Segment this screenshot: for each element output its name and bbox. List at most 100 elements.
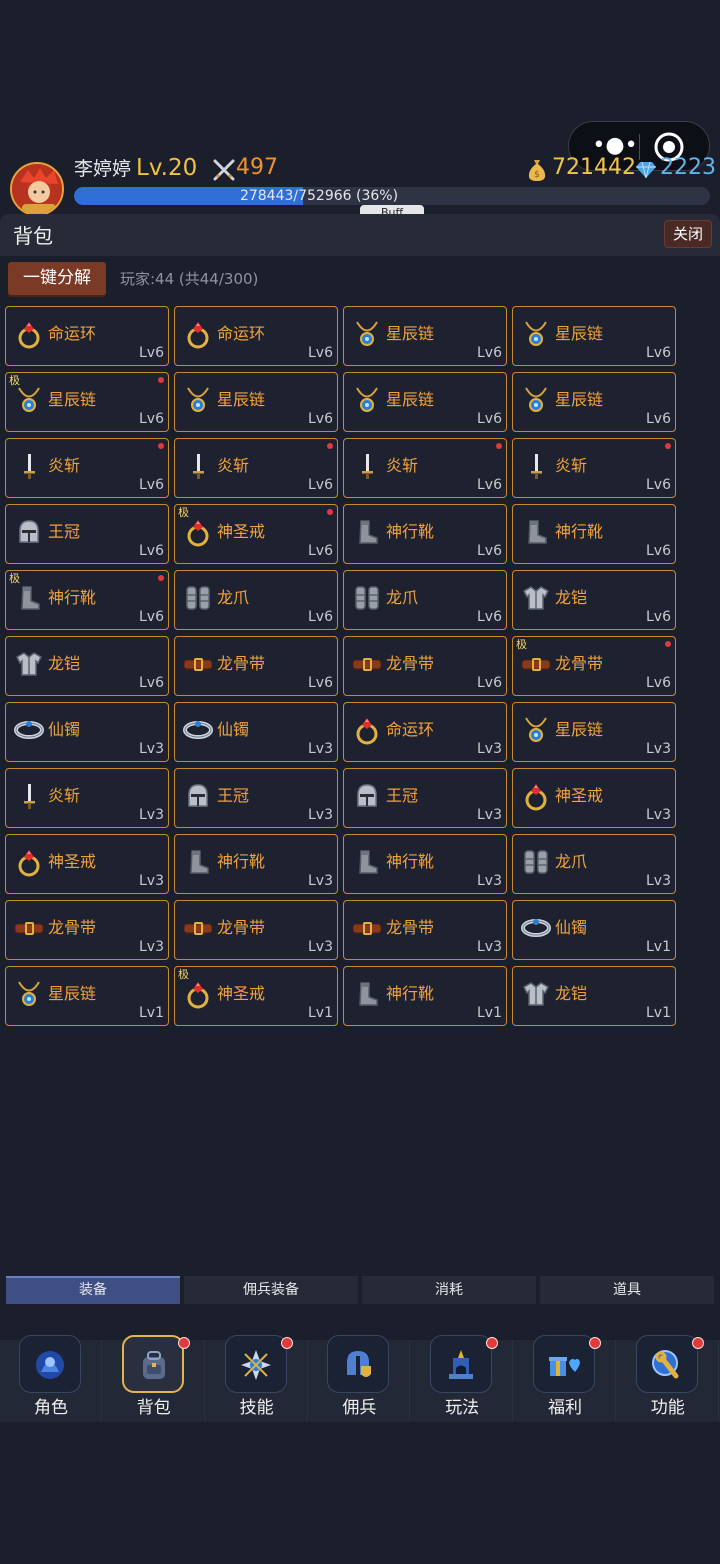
belt-icon bbox=[352, 658, 382, 671]
inventory-item[interactable]: 王冠 Lv3 bbox=[343, 768, 507, 828]
inventory-item[interactable]: 龙铠 Lv1 bbox=[512, 966, 676, 1026]
new-item-dot bbox=[158, 377, 164, 383]
inventory-item[interactable]: 命运环 Lv6 bbox=[5, 306, 169, 366]
tab-props[interactable]: 道具 bbox=[540, 1276, 714, 1304]
helmet-icon bbox=[188, 784, 208, 807]
inventory-item[interactable]: 命运环 Lv6 bbox=[174, 306, 338, 366]
inventory-item[interactable]: 神圣戒 Lv6 极 bbox=[174, 504, 338, 564]
inventory-item[interactable]: 龙铠 Lv6 bbox=[512, 570, 676, 630]
inventory-item[interactable]: 星辰链 Lv6 bbox=[343, 306, 507, 366]
inventory-item[interactable]: 龙铠 Lv6 bbox=[5, 636, 169, 696]
inventory-grid: 命运环 Lv6 命运环 Lv6 星辰链 Lv6 星辰链 Lv6 星辰链 Lv6 极星辰链 Lv6 星辰链… bbox=[5, 306, 685, 1030]
ring-icon bbox=[187, 520, 209, 547]
inventory-item[interactable]: 龙骨带 Lv6 bbox=[174, 636, 338, 696]
inventory-item[interactable]: 炎斩 Lv6 bbox=[343, 438, 507, 498]
armor-icon bbox=[523, 982, 549, 1006]
inventory-item[interactable]: 王冠 Lv6 bbox=[5, 504, 169, 564]
inventory-item[interactable]: 仙镯 Lv3 bbox=[5, 702, 169, 762]
inventory-item[interactable]: 命运环 Lv3 bbox=[343, 702, 507, 762]
new-item-dot bbox=[496, 443, 502, 449]
inventory-item[interactable]: 神行靴 Lv6 bbox=[343, 504, 507, 564]
nav-item[interactable]: 佣兵 bbox=[308, 1335, 411, 1422]
inventory-item[interactable]: 神行靴 Lv6 bbox=[512, 504, 676, 564]
item-name: 命运环 bbox=[386, 720, 435, 739]
ring-icon bbox=[525, 784, 547, 811]
inventory-item[interactable]: 星辰链 Lv6 bbox=[512, 306, 676, 366]
decompose-all-button[interactable]: 一键分解 bbox=[8, 262, 106, 295]
item-level: Lv3 bbox=[139, 807, 164, 823]
inventory-item[interactable]: 龙骨带 Lv6 bbox=[343, 636, 507, 696]
item-name: 星辰链 bbox=[48, 984, 97, 1003]
inventory-item[interactable]: 龙骨带 Lv6 极 bbox=[512, 636, 676, 696]
item-name: 命运环 bbox=[217, 324, 266, 343]
item-name: 炎斩 bbox=[217, 456, 250, 475]
inventory-item[interactable]: 王冠 Lv3 bbox=[174, 768, 338, 828]
nav-item[interactable]: 技能 bbox=[206, 1335, 308, 1422]
inventory-item[interactable]: 神圣戒 Lv3 bbox=[512, 768, 676, 828]
ring-icon bbox=[187, 982, 209, 1009]
player-avatar[interactable] bbox=[10, 162, 64, 216]
item-level: Lv3 bbox=[477, 741, 502, 757]
inventory-item[interactable]: 星辰链 Lv6 bbox=[512, 372, 676, 432]
item-name: 王冠 bbox=[48, 522, 81, 541]
inventory-item[interactable]: 炎斩 Lv6 bbox=[5, 438, 169, 498]
nav-item[interactable]: 背包 bbox=[103, 1335, 205, 1422]
close-button[interactable]: 关闭 bbox=[664, 220, 712, 248]
inventory-item[interactable]: 星辰链 Lv6 bbox=[174, 372, 338, 432]
nav-icon-box bbox=[533, 1335, 595, 1393]
inventory-item[interactable]: 炎斩 Lv3 bbox=[5, 768, 169, 828]
item-level: Lv3 bbox=[139, 939, 164, 955]
inventory-item[interactable]: 仙镯 Lv1 bbox=[512, 900, 676, 960]
inventory-item[interactable]: 神圣戒 Lv3 bbox=[5, 834, 169, 894]
necklace-icon bbox=[525, 321, 547, 346]
inventory-item[interactable]: 仙镯 Lv3 bbox=[174, 702, 338, 762]
inventory-item[interactable]: 龙骨带 Lv3 bbox=[174, 900, 338, 960]
inventory-item[interactable]: 炎斩 Lv6 bbox=[512, 438, 676, 498]
notification-dot bbox=[177, 1337, 190, 1349]
inventory-item[interactable]: 龙骨带 Lv3 bbox=[343, 900, 507, 960]
item-name: 命运环 bbox=[48, 324, 97, 343]
item-name: 王冠 bbox=[386, 786, 419, 805]
inventory-item[interactable]: 星辰链 Lv3 bbox=[512, 702, 676, 762]
item-level: Lv1 bbox=[308, 1005, 333, 1021]
nav-item[interactable]: 功能 bbox=[617, 1335, 719, 1422]
nav-item[interactable]: 角色 bbox=[0, 1335, 102, 1422]
nav-item[interactable]: 福利 bbox=[514, 1335, 616, 1422]
item-level: Lv1 bbox=[646, 1005, 671, 1021]
nav-label: 玩法 bbox=[445, 1398, 480, 1418]
boot-icon bbox=[359, 850, 378, 874]
item-level: Lv6 bbox=[308, 609, 333, 625]
nav-label: 技能 bbox=[239, 1398, 274, 1418]
inventory-item[interactable]: 神圣戒 Lv1 极 bbox=[174, 966, 338, 1026]
inventory-item[interactable]: 神行靴 Lv3 bbox=[343, 834, 507, 894]
belt-icon bbox=[183, 922, 213, 935]
inventory-item[interactable]: 星辰链 Lv6 极 bbox=[5, 372, 169, 432]
item-name: 星辰链 bbox=[555, 390, 604, 409]
inventory-item[interactable]: 星辰链 Lv6 bbox=[343, 372, 507, 432]
inventory-item[interactable]: 神行靴 Lv6 极 bbox=[5, 570, 169, 630]
inventory-item[interactable]: 龙爪 Lv3 bbox=[512, 834, 676, 894]
inventory-item[interactable]: 龙骨带 Lv3 bbox=[5, 900, 169, 960]
tab-equipment[interactable]: 装备 bbox=[6, 1276, 180, 1304]
inventory-item[interactable]: 星辰链 Lv1 bbox=[5, 966, 169, 1026]
inventory-item[interactable]: 神行靴 Lv1 bbox=[343, 966, 507, 1026]
item-level: Lv6 bbox=[308, 345, 333, 361]
belt-icon bbox=[183, 658, 213, 671]
tab-consumables[interactable]: 消耗 bbox=[362, 1276, 536, 1304]
ring-icon bbox=[18, 850, 40, 877]
item-name: 龙骨带 bbox=[48, 918, 97, 937]
item-level: Lv6 bbox=[308, 675, 333, 691]
tab-mercenary-equipment[interactable]: 佣兵装备 bbox=[184, 1276, 358, 1304]
inventory-item[interactable]: 神行靴 Lv3 bbox=[174, 834, 338, 894]
item-name: 仙镯 bbox=[48, 720, 81, 739]
inventory-item[interactable]: 龙爪 Lv6 bbox=[343, 570, 507, 630]
boot-icon bbox=[21, 586, 40, 610]
inventory-item[interactable]: 龙爪 Lv6 bbox=[174, 570, 338, 630]
bracelet-icon bbox=[521, 919, 551, 937]
nav-label: 角色 bbox=[34, 1398, 68, 1418]
nav-item[interactable]: 玩法 bbox=[411, 1335, 514, 1422]
inventory-item[interactable]: 炎斩 Lv6 bbox=[174, 438, 338, 498]
item-level: Lv3 bbox=[477, 873, 502, 889]
item-name: 龙铠 bbox=[48, 654, 81, 673]
notification-dot bbox=[691, 1337, 704, 1349]
